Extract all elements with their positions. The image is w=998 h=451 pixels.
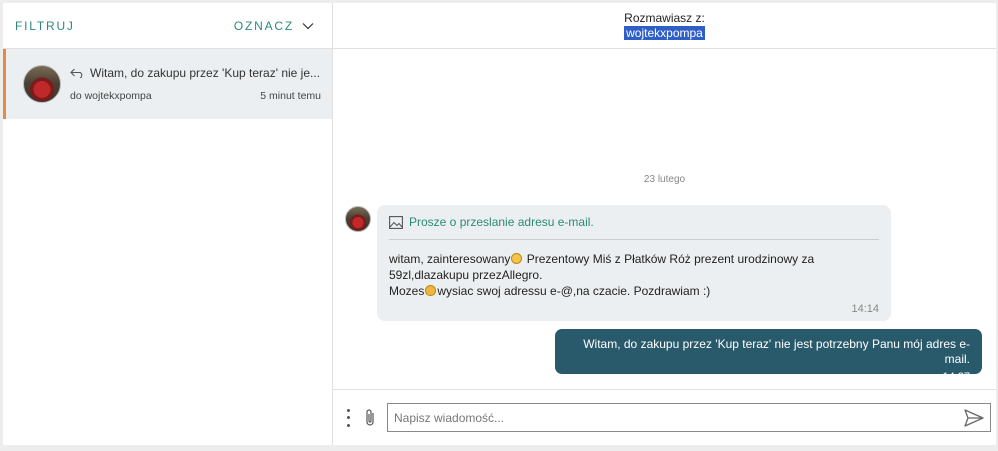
- incoming-line3-a: Mozes: [389, 284, 425, 298]
- thread-item[interactable]: Witam, do zakupu przez 'Kup teraz' nie j…: [3, 49, 332, 119]
- thread-time: 5 minut temu: [260, 90, 321, 102]
- message-composer: [333, 389, 996, 445]
- date-separator: 23 lutego: [643, 174, 686, 185]
- incoming-message-text: witam, zainteresowany Prezentowy Miś z P…: [389, 251, 879, 299]
- incoming-line1-a: witam, zainteresowany: [389, 252, 511, 266]
- avatar: [23, 65, 61, 103]
- conversation-with-label: Rozmawiasz z:: [624, 11, 705, 25]
- partner-username[interactable]: wojtekxpompa: [624, 26, 705, 40]
- filter-button[interactable]: FILTRUJ: [15, 19, 75, 33]
- image-icon: [389, 215, 403, 229]
- thread-content: Witam, do zakupu przez 'Kup teraz' nie j…: [70, 66, 321, 102]
- reply-icon: [70, 68, 83, 78]
- thread-meta: do wojtekxpompa 5 minut temu: [70, 90, 321, 102]
- incoming-line2: 59zl,dlazakupu przezAllegro.: [389, 268, 543, 282]
- more-options-icon[interactable]: [345, 408, 351, 427]
- conversation-panel: Rozmawiasz z: wojtekxpompa 23 lutego Pro…: [333, 3, 996, 445]
- incoming-line3-b: wysiac swoj adressu e-@,na czacie. Pozdr…: [437, 284, 711, 298]
- send-icon[interactable]: [964, 408, 984, 427]
- mark-dropdown[interactable]: OZNACZ: [234, 19, 314, 33]
- outgoing-message: Witam, do zakupu przez 'Kup teraz' nie j…: [555, 329, 982, 383]
- incoming-message: Prosze o przeslanie adresu e-mail. witam…: [377, 205, 891, 321]
- incoming-message-time: 14:14: [851, 303, 879, 315]
- outgoing-message-time: 14:27: [942, 371, 970, 383]
- thread-preview: Witam, do zakupu przez 'Kup teraz' nie j…: [90, 66, 321, 80]
- chevron-down-icon: [302, 22, 314, 29]
- thread-preview-row: Witam, do zakupu przez 'Kup teraz' nie j…: [70, 66, 321, 80]
- attachment-icon[interactable]: [362, 408, 378, 428]
- outgoing-message-text: Witam, do zakupu przez 'Kup teraz' nie j…: [583, 337, 970, 366]
- thread-list-header: FILTRUJ OZNACZ: [3, 3, 332, 49]
- thread-recipient: do wojtekxpompa: [70, 90, 152, 102]
- sender-avatar: [345, 206, 371, 232]
- message-input-box[interactable]: [387, 403, 991, 432]
- smile-emoji-icon: [511, 253, 523, 264]
- conversation-header: Rozmawiasz z: wojtekxpompa: [333, 3, 996, 49]
- thread-list-panel: FILTRUJ OZNACZ Witam, do zakupu przez 'K…: [3, 3, 333, 445]
- incoming-line1-b: Prezentowy Miś z Płatków Róż prezent uro…: [523, 252, 815, 266]
- message-list[interactable]: 23 lutego Prosze o przeslanie adresu e-m…: [333, 49, 996, 389]
- messenger-window: FILTRUJ OZNACZ Witam, do zakupu przez 'K…: [3, 3, 996, 445]
- message-subject: Prosze o przeslanie adresu e-mail.: [389, 215, 879, 240]
- message-input[interactable]: [394, 410, 964, 425]
- mark-label: OZNACZ: [233, 18, 294, 33]
- heart-emoji-icon: [425, 285, 437, 296]
- message-subject-text: Prosze o przeslanie adresu e-mail.: [409, 215, 594, 229]
